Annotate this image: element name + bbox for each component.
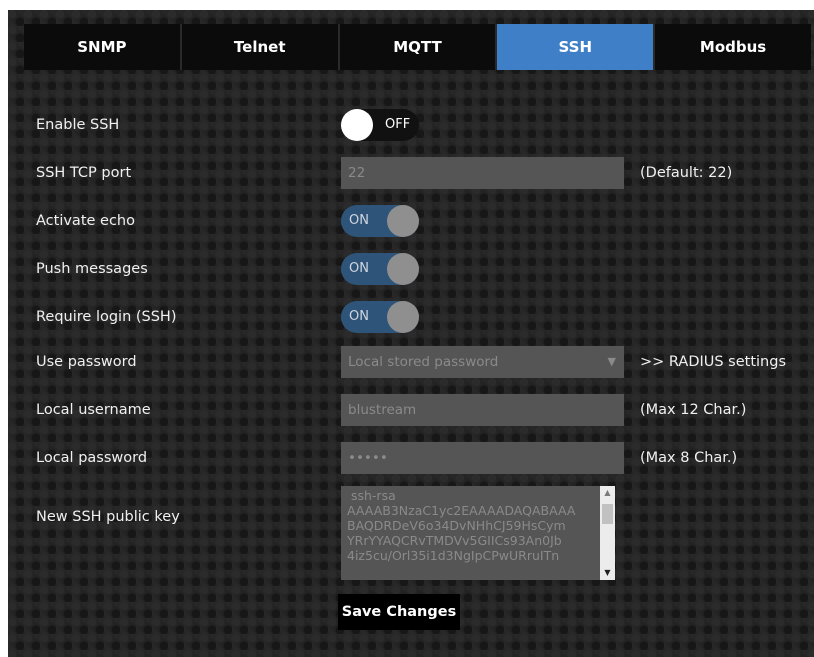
public-key-label: New SSH public key: [36, 509, 180, 525]
protocol-tabs: SNMP Telnet MQTT SSH Modbus: [24, 24, 811, 70]
top-strip: [0, 0, 814, 10]
scroll-up-icon[interactable]: ▲: [600, 486, 615, 500]
toggle-state: ON: [349, 309, 369, 324]
tcp-port-row: SSH TCP port 22 (Default: 22): [0, 157, 806, 189]
enable-ssh-toggle[interactable]: OFF: [341, 109, 419, 141]
chevron-down-icon: ▼: [607, 355, 616, 368]
local-password-hint: (Max 8 Char.): [640, 450, 738, 466]
use-password-select[interactable]: Local stored password ▼: [341, 346, 624, 378]
tcp-port-hint: (Default: 22): [640, 165, 733, 181]
push-messages-row: Push messages ON: [0, 253, 806, 285]
radius-settings-link[interactable]: >> RADIUS settings: [640, 346, 786, 378]
tcp-port-input[interactable]: 22: [341, 157, 624, 189]
use-password-label: Use password: [36, 354, 137, 370]
save-changes-button[interactable]: Save Changes: [338, 594, 460, 630]
public-key-row: New SSH public key ssh-rsa AAAAB3NzaC1yc…: [0, 486, 806, 580]
push-messages-toggle[interactable]: ON: [341, 253, 419, 285]
enable-ssh-row: Enable SSH OFF: [0, 109, 806, 141]
toggle-knob: [387, 205, 419, 237]
local-username-hint: (Max 12 Char.): [640, 402, 747, 418]
tab-telnet[interactable]: Telnet: [181, 24, 340, 70]
scroll-down-icon[interactable]: ▼: [600, 566, 615, 580]
local-password-row: Local password ••••• (Max 8 Char.): [0, 442, 806, 474]
activate-echo-label: Activate echo: [36, 213, 135, 229]
tab-modbus[interactable]: Modbus: [655, 24, 811, 70]
activate-echo-toggle[interactable]: ON: [341, 205, 419, 237]
tcp-port-label: SSH TCP port: [36, 165, 132, 181]
tab-snmp[interactable]: SNMP: [24, 24, 182, 70]
public-key-text: ssh-rsa AAAAB3NzaC1yc2EAAAADAQABAAA BAQD…: [347, 488, 576, 563]
toggle-knob: [387, 301, 419, 333]
local-password-label: Local password: [36, 450, 148, 466]
tab-ssh[interactable]: SSH: [497, 24, 656, 70]
toggle-state: ON: [349, 213, 369, 228]
local-username-input[interactable]: blustream: [341, 394, 624, 426]
toggle-knob: [341, 109, 373, 141]
require-login-row: Require login (SSH) ON: [0, 301, 806, 333]
scroll-thumb[interactable]: [602, 504, 613, 524]
toggle-knob: [387, 253, 419, 285]
local-username-label: Local username: [36, 402, 151, 418]
toggle-state: OFF: [385, 117, 411, 132]
use-password-row: Use password Local stored password ▼ >> …: [0, 346, 806, 378]
toggle-state: ON: [349, 261, 369, 276]
activate-echo-row: Activate echo ON: [0, 205, 806, 237]
require-login-toggle[interactable]: ON: [341, 301, 419, 333]
tab-mqtt[interactable]: MQTT: [339, 24, 498, 70]
enable-ssh-label: Enable SSH: [36, 117, 120, 133]
require-login-label: Require login (SSH): [36, 309, 177, 325]
local-username-row: Local username blustream (Max 12 Char.): [0, 394, 806, 426]
select-value: Local stored password: [348, 354, 499, 370]
local-password-input[interactable]: •••••: [341, 442, 624, 474]
public-key-textarea[interactable]: ssh-rsa AAAAB3NzaC1yc2EAAAADAQABAAA BAQD…: [341, 486, 615, 580]
textarea-scrollbar[interactable]: ▲ ▼: [600, 486, 615, 580]
push-messages-label: Push messages: [36, 261, 148, 277]
